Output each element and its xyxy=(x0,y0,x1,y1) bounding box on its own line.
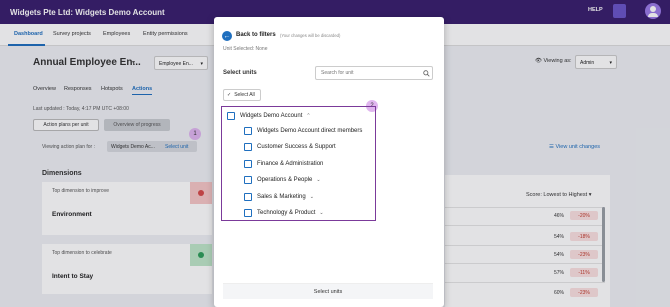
tree-item-technology[interactable]: Technology & Product ⌄ xyxy=(244,209,324,217)
chevron-up-icon[interactable]: ⌃ xyxy=(306,113,310,119)
unit-tree: Widgets Demo Account ⌃ Widgets Demo Acco… xyxy=(221,106,376,221)
select-all-button[interactable]: ✓ Select All xyxy=(223,89,261,101)
tree-item-root[interactable]: Widgets Demo Account ⌃ xyxy=(227,112,311,120)
checkbox[interactable] xyxy=(244,209,252,217)
tree-item-customer-success[interactable]: Customer Success & Support xyxy=(244,143,336,151)
unit-search-input[interactable] xyxy=(321,70,416,76)
back-arrow-icon[interactable]: ← xyxy=(222,31,232,41)
checkbox[interactable] xyxy=(244,160,252,168)
chevron-down-icon[interactable]: ⌄ xyxy=(319,210,323,216)
chevron-down-icon[interactable]: ⌄ xyxy=(310,194,314,200)
select-units-button[interactable]: Select units xyxy=(223,283,433,299)
back-to-filters-link[interactable]: Back to filters xyxy=(236,32,276,38)
tree-item-sales[interactable]: Sales & Marketing ⌄ xyxy=(244,193,314,201)
checkbox[interactable] xyxy=(244,127,252,135)
tree-item-finance[interactable]: Finance & Administration xyxy=(244,160,323,168)
tree-item-direct-members[interactable]: Widgets Demo Account direct members xyxy=(244,127,362,135)
chevron-down-icon[interactable]: ⌄ xyxy=(316,177,320,183)
search-icon[interactable] xyxy=(423,70,430,77)
unit-selected-status: Unit Selected: None xyxy=(223,46,268,52)
checkbox[interactable] xyxy=(244,176,252,184)
tree-item-operations[interactable]: Operations & People ⌄ xyxy=(244,176,321,184)
checkbox[interactable] xyxy=(244,143,252,151)
checkmark-icon: ✓ xyxy=(227,92,232,98)
select-units-modal: ← Back to filters (Your changes will be … xyxy=(214,17,444,307)
back-note: (Your changes will be discarded) xyxy=(280,33,341,38)
select-units-heading: Select units xyxy=(223,70,257,76)
checkbox[interactable] xyxy=(244,193,252,201)
checkbox[interactable] xyxy=(227,112,235,120)
unit-search[interactable] xyxy=(315,66,433,80)
